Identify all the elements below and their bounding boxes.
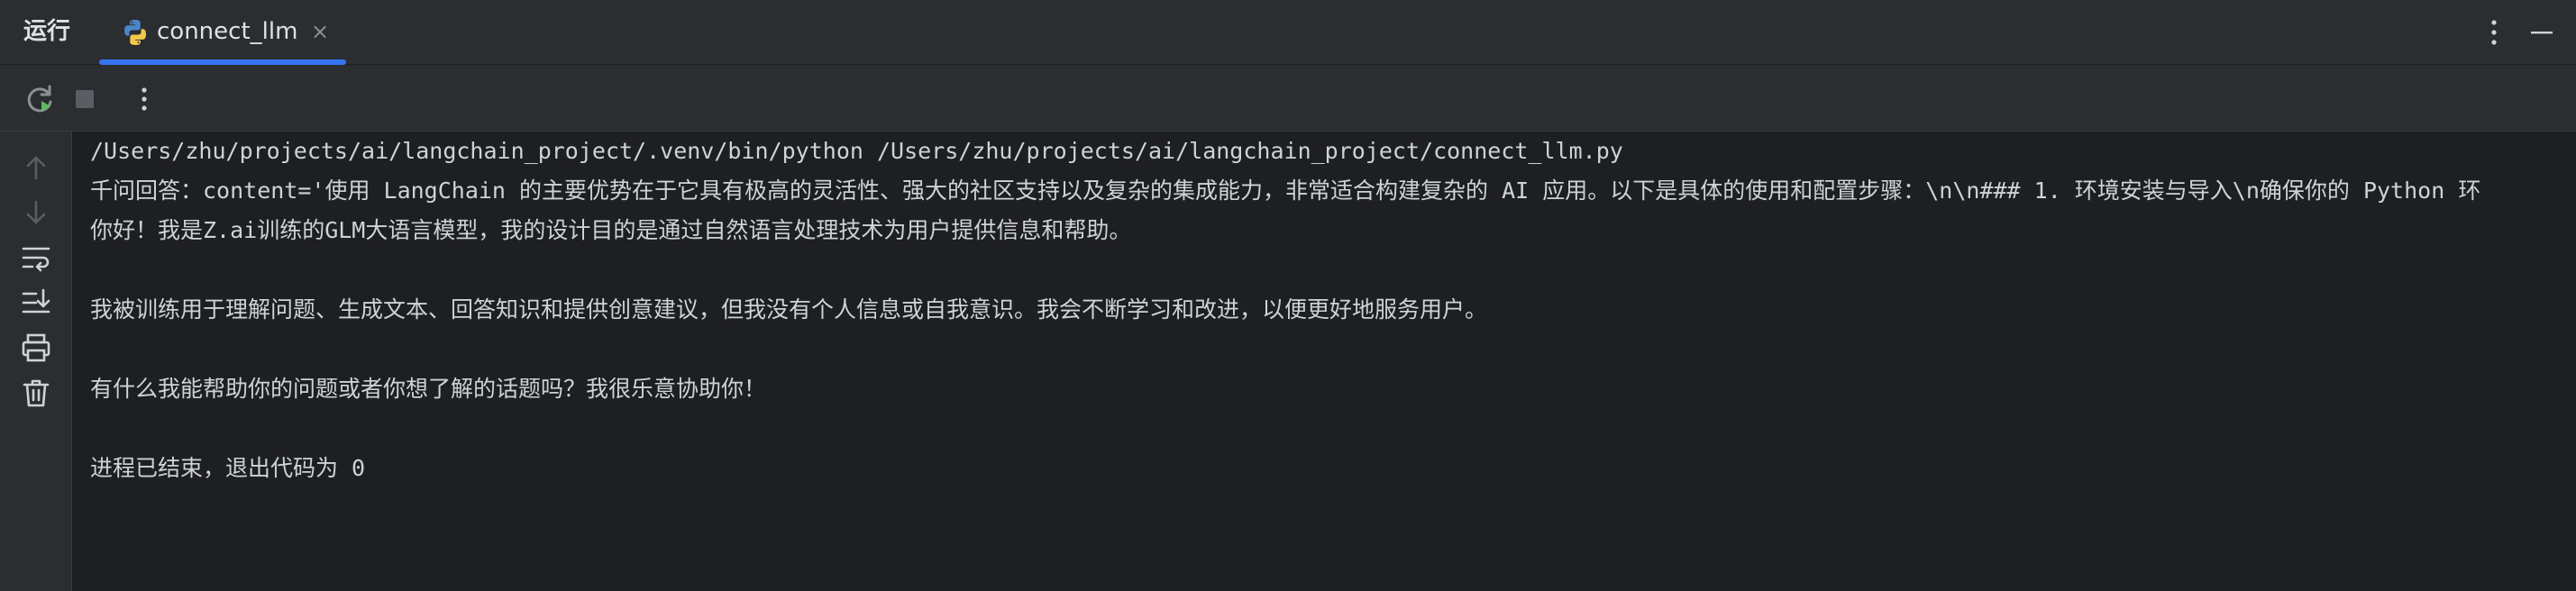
console-line: 你好！我是Z.ai训练的GLM大语言模型，我的设计目的是通过自然语言处理技术为用… [90,217,1132,243]
scroll-to-end-icon[interactable] [18,285,54,321]
python-icon [124,20,146,45]
more-vertical-icon[interactable] [126,81,162,117]
more-vertical-icon[interactable] [2479,14,2509,50]
trash-icon[interactable] [18,375,54,411]
tab-connect-llm[interactable]: connect_llm × [99,0,346,65]
tab-bar: 运行 connect_llm × [0,0,2576,65]
arrow-down-icon[interactable] [18,195,54,231]
minimize-icon[interactable] [2524,14,2560,50]
stop-icon[interactable] [67,81,103,117]
console-line: 有什么我能帮助你的问题或者你想了解的话题吗？我很乐意协助你！ [90,376,767,402]
run-tool-window: 运行 connect_llm × /Users/zhu/projects/ai/… [0,0,2576,591]
console-line-exit-status: 进程已结束，退出代码为 0 [90,455,366,481]
rerun-icon[interactable] [22,81,58,117]
run-toolbar [0,65,2576,132]
close-icon[interactable]: × [308,20,332,43]
console-gutter [0,132,72,591]
tab-label: connect_llm [157,18,298,45]
arrow-up-icon[interactable] [18,150,54,186]
panel-title: 运行 [23,18,71,45]
console-output[interactable]: /Users/zhu/projects/ai/langchain_project… [90,132,2576,591]
console-line: 千问回答：content='使用 LangChain 的主要优势在于它具有极高的… [90,177,2481,204]
console-line: 我被训练用于理解问题、生成文本、回答知识和提供创意建议，但我没有个人信息或自我意… [90,296,1488,323]
soft-wrap-icon[interactable] [18,240,54,276]
console-line-command: /Users/zhu/projects/ai/langchain_project… [90,138,1623,164]
print-icon[interactable] [18,330,54,366]
